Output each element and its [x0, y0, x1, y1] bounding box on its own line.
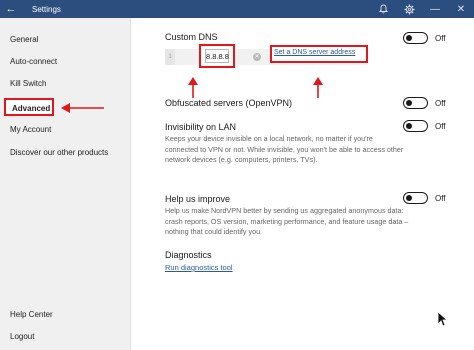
annotation-arrow-up [188, 77, 198, 98]
diagnostics-label: Diagnostics [165, 250, 212, 260]
dns-index: 1 [165, 49, 175, 65]
help-improve-description: Help us make NordVPN better by sending u… [165, 206, 409, 236]
annotation-arrow-up [313, 77, 323, 98]
sidebar-item-kill-switch[interactable]: Kill Switch [0, 75, 46, 93]
sidebar-item-general[interactable]: General [0, 31, 38, 49]
obfuscated-toggle-state: Off [435, 99, 446, 108]
mouse-cursor-icon [437, 311, 447, 327]
minimize-icon[interactable]: — [422, 0, 448, 18]
dns-input-highlight: 8.8.8.8 [199, 44, 235, 68]
sidebar-item-my-account[interactable]: My Account [0, 121, 51, 139]
close-icon[interactable]: ✕ [448, 0, 474, 18]
window-title: Settings [32, 4, 61, 14]
sidebar: General Auto-connect Kill Switch Advance… [0, 18, 131, 350]
remove-dns-icon[interactable]: ✕ [253, 53, 261, 61]
back-arrow-icon[interactable]: ← [0, 0, 22, 18]
help-improve-toggle-state: Off [435, 194, 446, 203]
sidebar-item-advanced[interactable]: Advanced [4, 98, 54, 116]
invisibility-lan-toggle[interactable] [403, 120, 428, 132]
invisibility-lan-description: Keeps your device invisible on a local n… [165, 134, 404, 164]
obfuscated-servers-toggle[interactable] [403, 97, 428, 109]
help-improve-toggle[interactable] [403, 192, 428, 204]
bell-icon[interactable] [370, 0, 396, 18]
dns-server-input[interactable]: 8.8.8.8 [205, 49, 229, 63]
custom-dns-label: Custom DNS [165, 32, 218, 42]
sidebar-item-discover-products[interactable]: Discover our other products [0, 144, 108, 162]
custom-dns-toggle-state: Off [435, 34, 446, 43]
help-improve-label: Help us improve [165, 194, 231, 204]
custom-dns-toggle[interactable] [403, 32, 428, 44]
main-panel: Custom DNS Off 1 8.8.8.8 ✕ Set a DNS ser… [131, 18, 474, 350]
gear-icon[interactable] [396, 0, 422, 18]
set-dns-server-link[interactable]: Set a DNS server address [274, 49, 355, 56]
dns-add-highlight: Set a DNS server address [270, 45, 368, 63]
obfuscated-servers-label: Obfuscated servers (OpenVPN) [165, 98, 293, 108]
sidebar-item-logout[interactable]: Logout [0, 328, 34, 346]
run-diagnostics-link[interactable]: Run diagnostics tool [165, 263, 233, 272]
invisibility-lan-label: Invisibility on LAN [165, 122, 237, 132]
sidebar-item-help-center[interactable]: Help Center [0, 306, 53, 324]
annotation-arrow-left [61, 103, 104, 113]
sidebar-item-auto-connect[interactable]: Auto-connect [0, 53, 57, 71]
title-bar: ← Settings — ✕ [0, 0, 474, 18]
invisibility-toggle-state: Off [435, 122, 446, 131]
